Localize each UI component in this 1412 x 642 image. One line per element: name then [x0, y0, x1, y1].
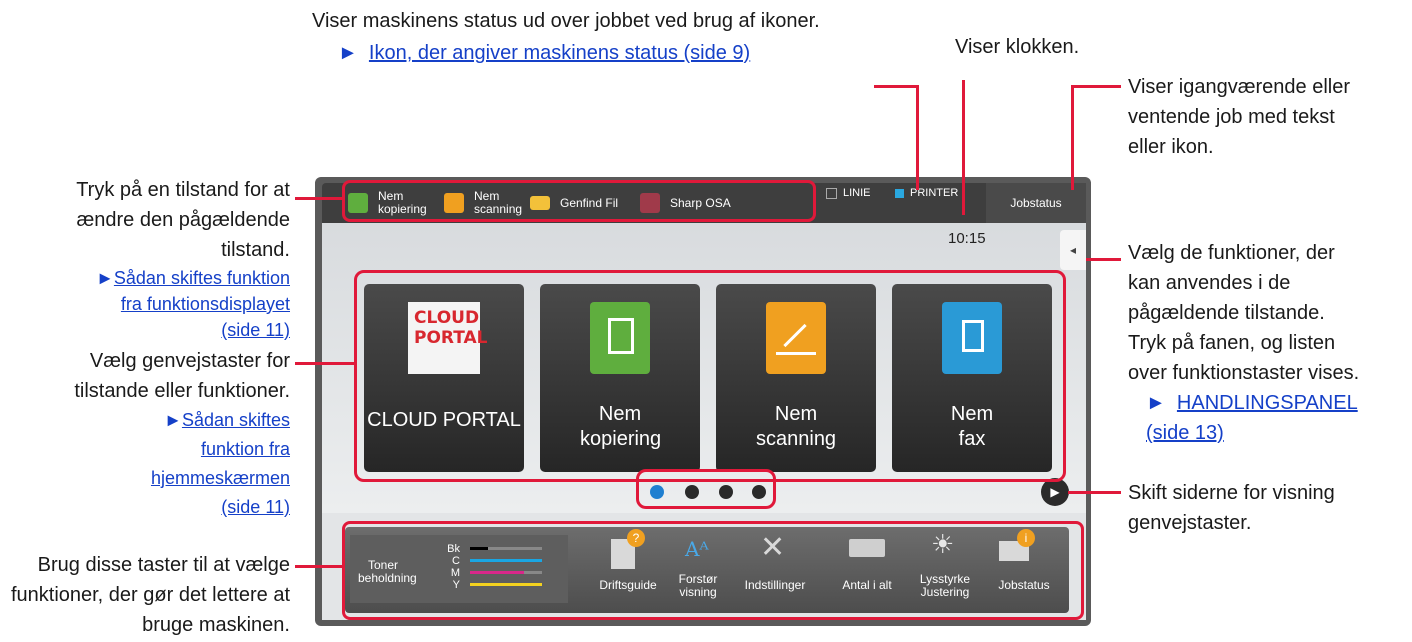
callout-clock: Viser klokken.: [955, 36, 1080, 58]
callout-mode: Tryk på en tilstand for at ændre den påg…: [76, 179, 290, 340]
callout-jobs: Viser igangværende eller ventende job me…: [1128, 76, 1350, 158]
link-mode-switch[interactable]: Sådan skiftes funktion fra funktionsdisp…: [114, 268, 290, 340]
line-jobs-v: [1071, 85, 1074, 190]
line-status-v: [916, 85, 919, 190]
line-pages: [1068, 491, 1121, 494]
highlight-shortcut-keys: [354, 270, 1066, 482]
callout-shortcuts: Vælg genvejstaster for tilstande eller f…: [74, 350, 290, 517]
line-shortcuts: [295, 362, 355, 365]
link-action-panel[interactable]: HANDLINGSPANEL (side 13): [1146, 392, 1358, 444]
highlight-bottom-bar: [342, 521, 1084, 620]
line-bottom: [295, 565, 345, 568]
line-clock: [962, 80, 965, 215]
printer-indicator: PRINTER: [895, 187, 958, 199]
action-panel-tab[interactable]: ◂: [1060, 230, 1086, 270]
line-jobs-h: [1071, 85, 1121, 88]
line-panel: [1086, 258, 1121, 261]
callout-bottom: Brug disse taster til at vælge funktione…: [10, 554, 290, 636]
next-page-button[interactable]: ▶: [1041, 478, 1069, 506]
highlight-mode-bar: [342, 180, 816, 222]
clock: 10:15: [948, 230, 986, 247]
link-status-icon[interactable]: Ikon, der angiver maskinens status (side…: [369, 42, 750, 64]
line-status-h: [874, 85, 919, 88]
callout-panel: Vælg de funktioner, der kan anvendes i d…: [1128, 242, 1360, 444]
callout-status: Viser maskinens status ud over jobbet ve…: [312, 10, 820, 64]
callout-pages: Skift siderne for visning genvejstaster.: [1128, 482, 1335, 534]
highlight-page-dots: [636, 469, 776, 509]
line-indicator: LINIE: [826, 187, 871, 199]
line-mode: [295, 197, 345, 200]
